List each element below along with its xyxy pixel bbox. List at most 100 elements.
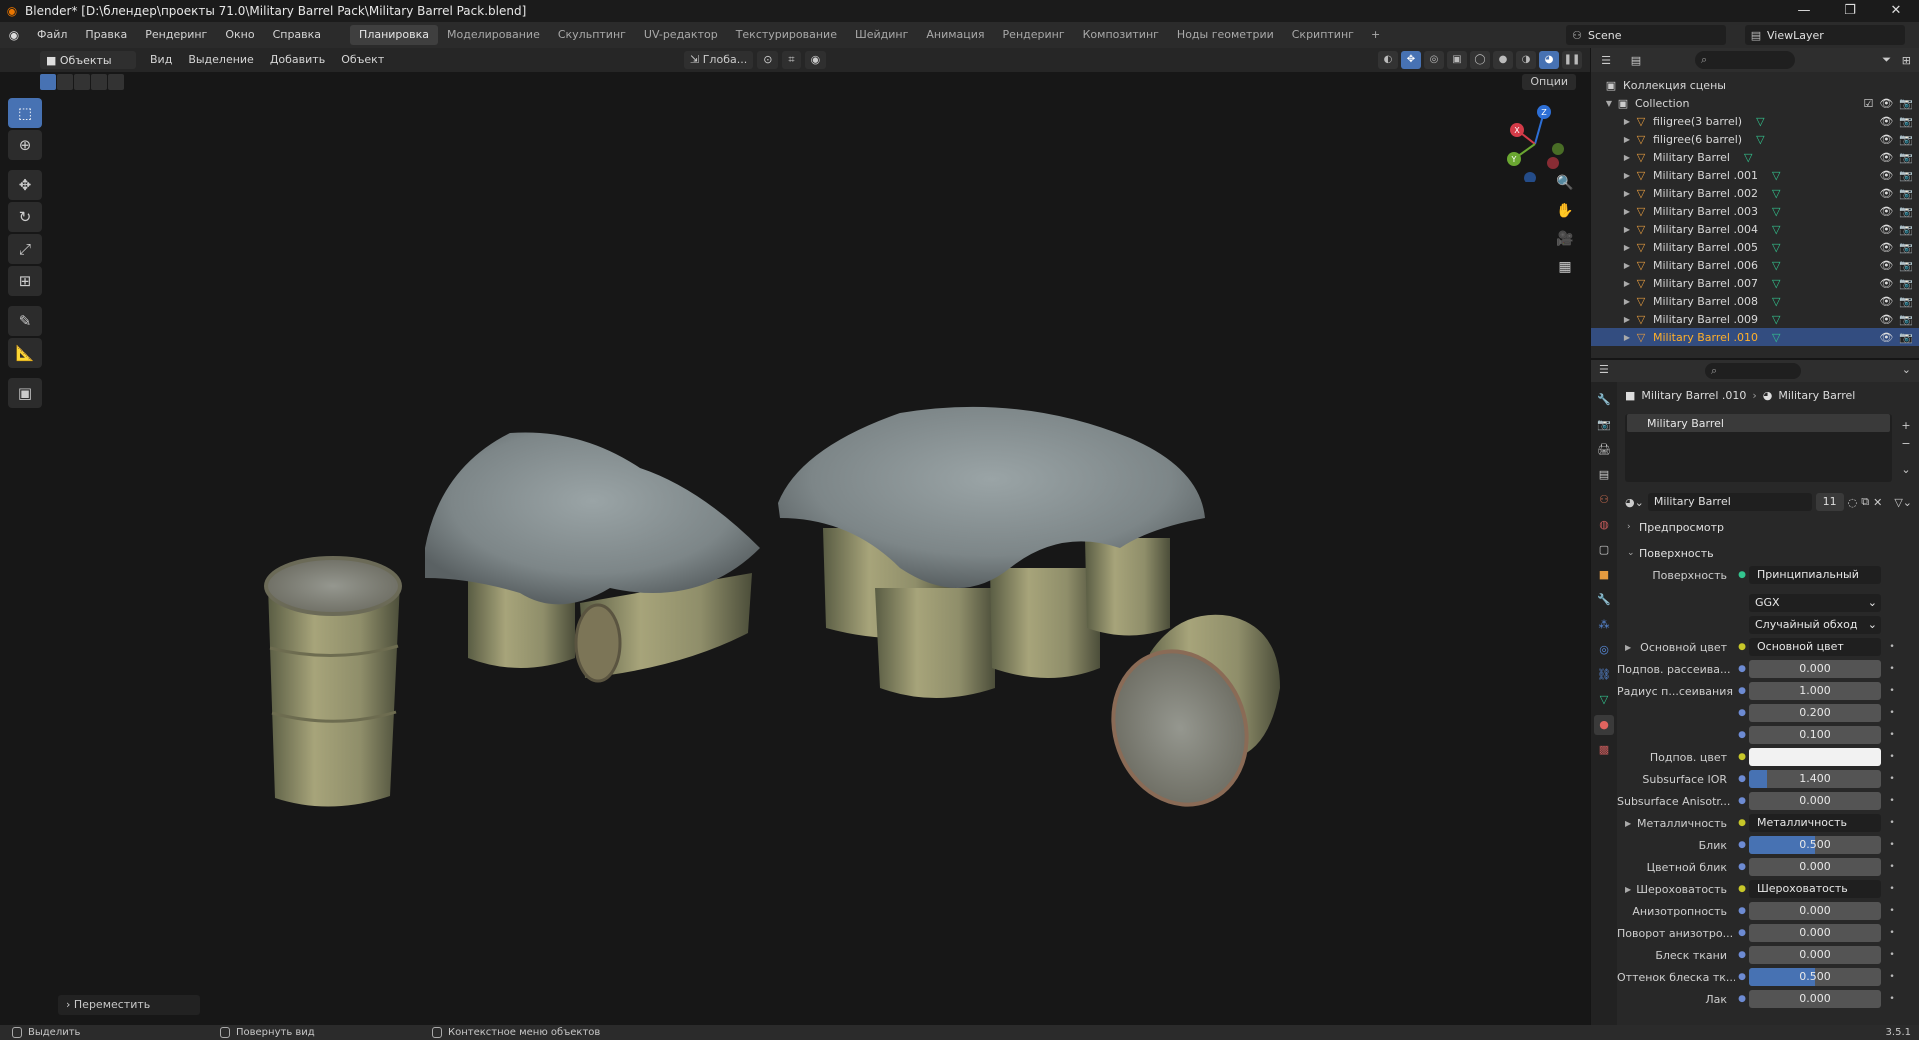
outliner-object-row[interactable]: ▶ ▽ Military Barrel ▽ 👁 📷 xyxy=(1591,148,1919,166)
barrel-lying[interactable] xyxy=(1092,614,1280,824)
mesh-data-icon[interactable]: ▽ xyxy=(1756,133,1764,146)
menu-window[interactable]: Окно xyxy=(216,22,263,48)
tab-scripting[interactable]: Скриптинг xyxy=(1283,25,1363,45)
eye-icon[interactable]: 👁 xyxy=(1879,223,1893,236)
outliner-object-row[interactable]: ▶ ▽ Military Barrel .010 ▽ 👁 📷 xyxy=(1591,328,1919,346)
socket-icon[interactable]: ● xyxy=(1735,862,1749,872)
socket-icon[interactable]: ● xyxy=(1735,796,1749,806)
camera-render-icon[interactable]: 📷 xyxy=(1899,169,1913,182)
surface-shader-field[interactable]: Принципиальный BSDF xyxy=(1749,566,1881,584)
socket-icon[interactable]: ● xyxy=(1735,818,1749,828)
outliner-object-row[interactable]: ▶ ▽ Military Barrel .001 ▽ 👁 📷 xyxy=(1591,166,1919,184)
eye-icon[interactable]: 👁 xyxy=(1879,97,1893,110)
camera-render-icon[interactable]: 📷 xyxy=(1899,223,1913,236)
navigation-gizmo[interactable]: Z X Y xyxy=(1500,102,1570,182)
eye-icon[interactable]: 👁 xyxy=(1879,241,1893,254)
outliner-object-row[interactable]: ▶ ▽ filigree(3 barrel) ▽ 👁 📷 xyxy=(1591,112,1919,130)
camera-render-icon[interactable]: 📷 xyxy=(1899,241,1913,254)
data-tab-icon[interactable]: ▽ xyxy=(1594,690,1614,710)
tool-tab-icon[interactable]: 🔧 xyxy=(1594,390,1614,410)
menu-view[interactable]: Вид xyxy=(142,48,180,72)
gizmo-neg-y[interactable] xyxy=(1552,143,1564,155)
subsurface-method-select[interactable]: Случайный обход ⌄ xyxy=(1749,616,1881,634)
expand-arrow-icon[interactable]: ▶ xyxy=(1621,261,1633,270)
gizmo-neg-z[interactable] xyxy=(1524,172,1536,182)
menu-add[interactable]: Добавить xyxy=(262,48,333,72)
keyframe-dot-icon[interactable]: • xyxy=(1885,664,1899,674)
socket-icon[interactable]: ● xyxy=(1735,950,1749,960)
camera-render-icon[interactable]: 📷 xyxy=(1899,331,1913,344)
keyframe-dot-icon[interactable]: • xyxy=(1885,884,1899,894)
expand-arrow-icon[interactable]: ▶ xyxy=(1621,135,1633,144)
outliner-object-row[interactable]: ▶ ▽ Military Barrel .004 ▽ 👁 📷 xyxy=(1591,220,1919,238)
camera-render-icon[interactable]: 📷 xyxy=(1899,133,1913,146)
material-shading-icon[interactable]: ◑ xyxy=(1516,51,1536,69)
number-slider[interactable]: 0.000 xyxy=(1749,990,1881,1008)
number-slider[interactable]: 0.000 xyxy=(1749,858,1881,876)
gizmo-toggle-icon[interactable]: ✥ xyxy=(1401,51,1421,69)
eye-icon[interactable]: 👁 xyxy=(1879,313,1893,326)
transform-orientation-select[interactable]: ⇲ Глоба... xyxy=(684,51,754,69)
keyframe-dot-icon[interactable]: • xyxy=(1885,862,1899,872)
distribution-select[interactable]: GGX ⌄ xyxy=(1749,594,1881,612)
proportional-edit-toggle[interactable]: ◉ xyxy=(804,51,827,69)
preview-panel-header[interactable]: › Предпросмотр xyxy=(1617,516,1919,538)
expand-arrow-icon[interactable]: ▶ xyxy=(1621,153,1633,162)
options-dropdown[interactable]: Опции xyxy=(1522,74,1576,90)
eye-icon[interactable]: 👁 xyxy=(1879,169,1893,182)
material-slot[interactable]: Military Barrel xyxy=(1627,414,1890,432)
socket-icon[interactable]: ● xyxy=(1735,840,1749,850)
scene-selector[interactable]: ⚇ Scene xyxy=(1566,25,1726,45)
expand-arrow-icon[interactable]: ▶ xyxy=(1621,243,1633,252)
mesh-data-icon[interactable]: ▽ xyxy=(1772,277,1780,290)
mesh-data-icon[interactable]: ▽ xyxy=(1772,313,1780,326)
keyframe-dot-icon[interactable]: • xyxy=(1885,994,1899,1004)
keyframe-dot-icon[interactable]: • xyxy=(1885,840,1899,850)
outliner-object-row[interactable]: ▶ ▽ Military Barrel .005 ▽ 👁 📷 xyxy=(1591,238,1919,256)
outliner-object-row[interactable]: ▶ ▽ Military Barrel .002 ▽ 👁 📷 xyxy=(1591,184,1919,202)
zoom-icon[interactable]: 🔍 xyxy=(1553,172,1577,194)
modifier-tab-icon[interactable]: 🔧 xyxy=(1594,590,1614,610)
tab-texture-paint[interactable]: Текстурирование xyxy=(727,25,846,45)
expand-arrow-icon[interactable]: ▶ xyxy=(1625,643,1631,652)
number-slider[interactable]: 0.500 xyxy=(1749,836,1881,854)
keyframe-dot-icon[interactable]: • xyxy=(1885,642,1899,652)
add-workspace-button[interactable]: + xyxy=(1363,25,1388,45)
browse-material-icon[interactable]: ◕⌄ xyxy=(1625,496,1644,509)
unlink-material-icon[interactable]: ✕ xyxy=(1873,496,1882,509)
expand-arrow-icon[interactable]: ▶ xyxy=(1621,297,1633,306)
keyframe-dot-icon[interactable]: • xyxy=(1885,950,1899,960)
pan-hand-icon[interactable]: ✋ xyxy=(1553,200,1577,222)
input-link-field[interactable]: Металличность xyxy=(1749,814,1881,832)
eye-icon[interactable]: 👁 xyxy=(1879,187,1893,200)
add-slot-icon[interactable]: + xyxy=(1898,418,1914,434)
collection-row[interactable]: ▼ ▣ Collection ☑ 👁 📷 xyxy=(1591,94,1919,112)
eye-icon[interactable]: 👁 xyxy=(1879,205,1893,218)
link-mode-icon[interactable]: ▽⌄ xyxy=(1894,496,1912,509)
keyframe-dot-icon[interactable]: • xyxy=(1885,906,1899,916)
barrel-standing[interactable] xyxy=(264,556,402,807)
keyframe-dot-icon[interactable]: • xyxy=(1885,928,1899,938)
perspective-grid-icon[interactable]: ▦ xyxy=(1553,256,1577,278)
fake-user-icon[interactable]: ◌ xyxy=(1848,496,1858,509)
particles-tab-icon[interactable]: ⁂ xyxy=(1594,615,1614,635)
socket-icon[interactable]: ● xyxy=(1735,686,1749,696)
annotate-tool-icon[interactable]: ✎ xyxy=(8,306,42,336)
xray-toggle-icon[interactable]: ▣ xyxy=(1447,51,1467,69)
select-extend-icon[interactable] xyxy=(57,74,73,90)
camera-icon[interactable]: 🎥 xyxy=(1553,228,1577,250)
mesh-data-icon[interactable]: ▽ xyxy=(1772,223,1780,236)
mesh-data-icon[interactable]: ▽ xyxy=(1772,295,1780,308)
filter-icon[interactable]: ⏷ xyxy=(1882,53,1891,67)
outliner-search-input[interactable]: ⌕ xyxy=(1695,51,1795,69)
number-slider[interactable]: 0.000 xyxy=(1749,902,1881,920)
camera-render-icon[interactable]: 📷 xyxy=(1899,187,1913,200)
barrel-group-three[interactable] xyxy=(425,432,760,683)
maximize-button[interactable]: ❐ xyxy=(1827,0,1873,22)
chevron-down-icon[interactable]: ⌄ xyxy=(1902,363,1911,376)
camera-render-icon[interactable]: 📷 xyxy=(1899,295,1913,308)
number-slider[interactable]: 1.400 xyxy=(1749,770,1881,788)
display-mode-icon[interactable]: ▤ xyxy=(1621,54,1651,67)
camera-render-icon[interactable]: 📷 xyxy=(1899,151,1913,164)
editor-type-icon[interactable]: ☰ xyxy=(1599,363,1609,376)
